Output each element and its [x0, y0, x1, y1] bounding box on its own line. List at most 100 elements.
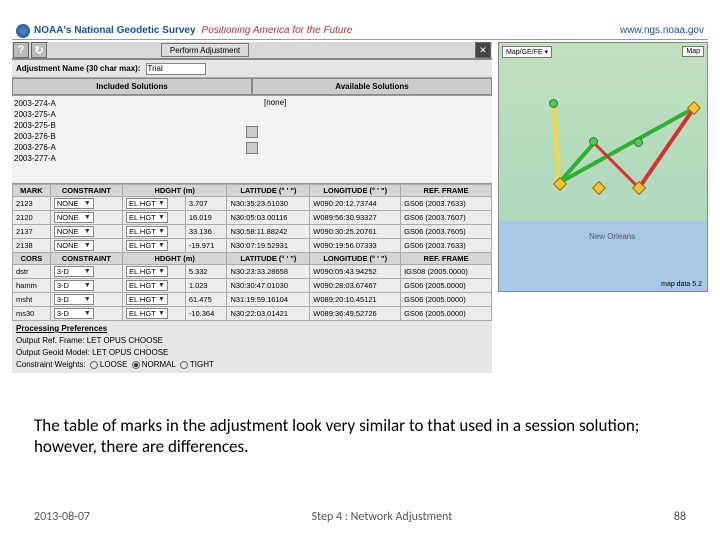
lon-value: W089:36:49.52726 [310, 307, 401, 321]
constraint-select[interactable]: 3-D▼ [50, 265, 122, 279]
mark-id: 2123 [13, 197, 51, 211]
available-solutions-list[interactable]: [none] [252, 96, 492, 183]
refframe-value: GS06 (2003.7633) [401, 239, 492, 253]
included-solutions-list[interactable]: 2003-274-A 2003-275-A 2003-275-B 2003-27… [12, 96, 252, 183]
lon-value: W089:56:30.93327 [310, 211, 401, 225]
col-mark: MARK [13, 185, 51, 197]
col-hdght: HDGHT (m) [122, 185, 227, 197]
mark-id: 2137 [13, 225, 51, 239]
list-item[interactable]: 2003-275-A [14, 109, 250, 120]
brand-prefix: NOAA's [34, 25, 71, 36]
col-lon: LONGITUDE (° ' ") [310, 185, 401, 197]
table-row: 2123NONE▼EL HGT▼3.707N30:35:23.51030W090… [13, 197, 492, 211]
refframe-value: GS06 (2005.0000) [401, 307, 492, 321]
list-item[interactable]: 2003-277-A [14, 153, 250, 164]
cors-id: msht [13, 293, 51, 307]
lon-value: W090:20:12.73744 [310, 197, 401, 211]
height-type-select[interactable]: EL HGT▼ [122, 265, 185, 279]
brand-tagline: Positioning America for the Future [202, 25, 353, 36]
adjustment-name-label: Adjustment Name (30 char max): [16, 64, 140, 73]
col-constraint: CONSTRAINT [50, 185, 122, 197]
height-type-select[interactable]: EL HGT▼ [122, 211, 185, 225]
constraint-select[interactable]: 3-D▼ [50, 293, 122, 307]
constraint-select[interactable]: NONE▼ [50, 225, 122, 239]
refframe-value: GS06 (2005.0000) [401, 293, 492, 307]
constraint-weights-row: Constraint Weights: LOOSE NORMAL TIGHT [16, 359, 488, 371]
lon-value: W090:05:43.94252 [310, 265, 401, 279]
available-solutions-header: Available Solutions [252, 78, 492, 95]
height-value: 5.332 [185, 265, 227, 279]
radio-loose[interactable] [90, 361, 98, 369]
table-row: dstr3-D▼EL HGT▼5.332N30:23:33.28658W090:… [13, 265, 492, 279]
output-geoid-row: Output Geoid Model: LET OPUS CHOOSE [16, 347, 488, 359]
col-lon: LONGITUDE (° ' ") [310, 253, 401, 265]
mark-id: 2138 [13, 239, 51, 253]
height-value: -10.364 [185, 307, 227, 321]
footer-page: 88 [674, 510, 686, 524]
col-rf: REF. FRAME [401, 185, 492, 197]
refframe-value: GS06 (2003.7607) [401, 211, 492, 225]
close-button[interactable]: ✕ [475, 42, 491, 58]
refresh-button[interactable]: ↻ [31, 42, 47, 58]
brand-main: National Geodetic Survey [74, 25, 195, 36]
map-node-icon[interactable] [589, 137, 598, 146]
list-item[interactable]: 2003-275-B [14, 120, 250, 131]
radio-normal[interactable] [132, 361, 140, 369]
move-buttons [246, 126, 258, 154]
adjustment-name-row: Adjustment Name (30 char max): [12, 60, 492, 78]
lat-value: N30:05:03.00116 [227, 211, 310, 225]
lon-value: W090:28:03.67467 [310, 279, 401, 293]
lon-value: W089:20:10.45121 [310, 293, 401, 307]
radio-tight[interactable] [180, 361, 188, 369]
cors-id: dstr [13, 265, 51, 279]
list-item[interactable]: 2003-276-B [14, 131, 250, 142]
included-solutions-header: Included Solutions [12, 78, 252, 95]
output-refframe-row: Output Ref. Frame: LET OPUS CHOOSE [16, 335, 488, 347]
height-type-select[interactable]: EL HGT▼ [122, 279, 185, 293]
solutions-headers: Included Solutions Available Solutions [12, 78, 492, 96]
ngs-url: www.ngs.noaa.gov [620, 25, 704, 36]
height-value: 61.475 [185, 293, 227, 307]
refframe-value: GS06 (2003.7633) [401, 197, 492, 211]
height-type-select[interactable]: EL HGT▼ [122, 239, 185, 253]
help-button[interactable]: ? [13, 42, 29, 58]
map-lines [499, 43, 707, 291]
lon-value: W090:19:56.07333 [310, 239, 401, 253]
lat-value: N30:35:23.51030 [227, 197, 310, 211]
map-node-icon[interactable] [549, 99, 558, 108]
height-type-select[interactable]: EL HGT▼ [122, 225, 185, 239]
adjustment-dialog: ? ↻ Perform Adjustment ✕ Adjustment Name… [12, 42, 492, 373]
height-type-select[interactable]: EL HGT▼ [122, 293, 185, 307]
map-panel[interactable]: Map/GE/FE ▾ Map map data 5.2 New Orleans [498, 42, 708, 292]
mark-table: MARK CONSTRAINT HDGHT (m) LATITUDE (° ' … [12, 184, 492, 321]
move-right-button[interactable] [246, 142, 258, 154]
constraint-select[interactable]: 3-D▼ [50, 279, 122, 293]
col-cors: CORS [13, 253, 51, 265]
table-header-row: MARK CONSTRAINT HDGHT (m) LATITUDE (° ' … [13, 185, 492, 197]
col-lat: LATITUDE (° ' ") [227, 185, 310, 197]
table-row: hamm3-D▼EL HGT▼1.023N30:30:47.01030W090:… [13, 279, 492, 293]
col-rf: REF. FRAME [401, 253, 492, 265]
noaa-header: NOAA's National Geodetic Survey Position… [12, 22, 708, 40]
map-node-icon[interactable] [634, 138, 643, 147]
list-item[interactable]: 2003-274-A [14, 98, 250, 109]
height-value: 16.019 [185, 211, 227, 225]
cors-id: ms30 [13, 307, 51, 321]
table-row: 2138NONE▼EL HGT▼-19.971N30:07:19.52931W0… [13, 239, 492, 253]
constraint-select[interactable]: NONE▼ [50, 197, 122, 211]
mark-id: 2120 [13, 211, 51, 225]
refframe-value: GS06 (2005.0000) [401, 279, 492, 293]
list-item[interactable]: 2003-276-A [14, 142, 250, 153]
perform-adjustment-button[interactable]: Perform Adjustment [161, 43, 249, 57]
height-type-select[interactable]: EL HGT▼ [122, 307, 185, 321]
constraint-select[interactable]: 3-D▼ [50, 307, 122, 321]
constraint-select[interactable]: NONE▼ [50, 211, 122, 225]
lat-value: N30:23:33.28658 [227, 265, 310, 279]
footer-date: 2013-08-07 [34, 510, 90, 524]
adjustment-name-input[interactable] [146, 63, 206, 75]
lon-value: W090:30:25.20761 [310, 225, 401, 239]
proc-header: Processing Preferences [16, 323, 488, 335]
move-left-button[interactable] [246, 126, 258, 138]
height-type-select[interactable]: EL HGT▼ [122, 197, 185, 211]
constraint-select[interactable]: NONE▼ [50, 239, 122, 253]
